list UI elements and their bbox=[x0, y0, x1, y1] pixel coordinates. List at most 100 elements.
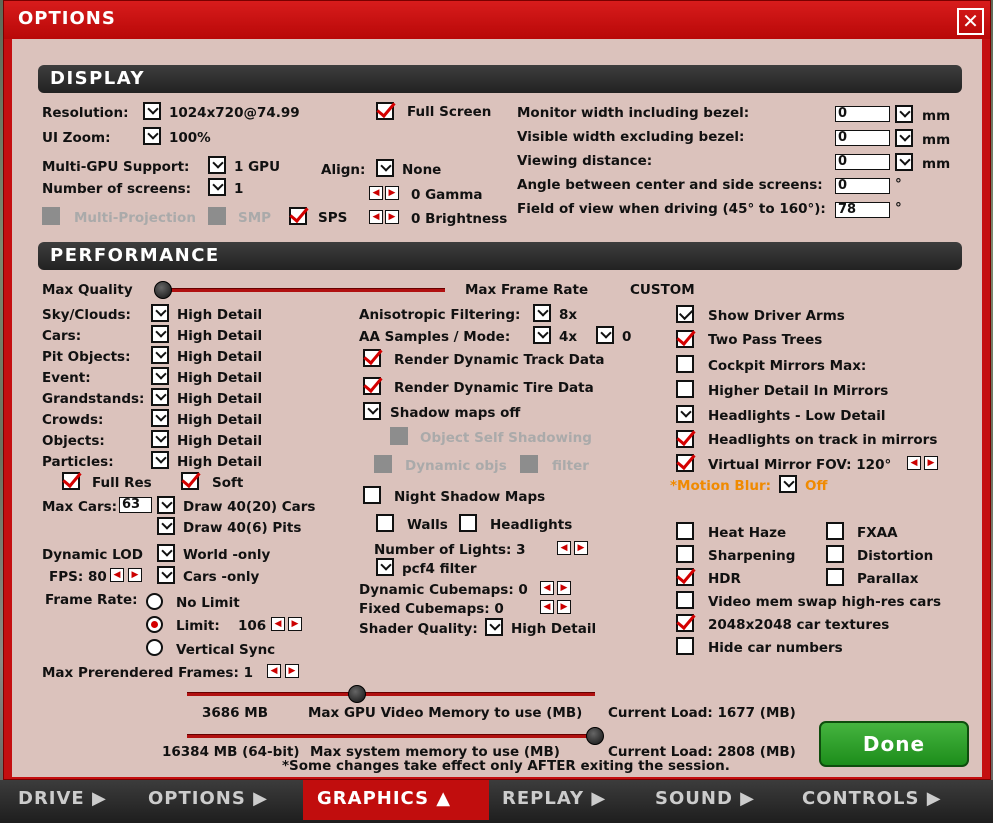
higher-detail-mirrors-checkbox[interactable] bbox=[676, 380, 694, 398]
gamma-left-arrow[interactable]: ◀ bbox=[369, 186, 383, 200]
aa-mode-dropdown[interactable] bbox=[596, 326, 614, 344]
walls-checkbox[interactable] bbox=[376, 514, 394, 532]
prerendered-right-arrow[interactable]: ▶ bbox=[285, 664, 299, 678]
detail-row-dropdown[interactable] bbox=[151, 451, 169, 469]
close-icon[interactable]: ✕ bbox=[957, 8, 984, 35]
lights-right-arrow[interactable]: ▶ bbox=[574, 541, 588, 555]
angle-field[interactable]: 0 bbox=[835, 178, 890, 194]
detail-row-dropdown[interactable] bbox=[151, 367, 169, 385]
tab-graphics[interactable]: GRAPHICS ▲ bbox=[303, 780, 489, 820]
motion-blur-dropdown[interactable] bbox=[779, 475, 797, 493]
detail-row-dropdown[interactable] bbox=[151, 346, 169, 364]
detail-row-dropdown[interactable] bbox=[151, 304, 169, 322]
aniso-dropdown[interactable] bbox=[533, 304, 551, 322]
dyn-track-checkbox[interactable] bbox=[363, 349, 381, 367]
fps-left-arrow[interactable]: ◀ bbox=[110, 568, 124, 582]
motion-blur-label: *Motion Blur: bbox=[670, 478, 772, 494]
distortion-checkbox[interactable] bbox=[826, 545, 844, 563]
sys-memory-slider-track[interactable] bbox=[187, 734, 595, 738]
heat-haze-checkbox[interactable] bbox=[676, 522, 694, 540]
brightness-right-arrow[interactable]: ▶ bbox=[385, 210, 399, 224]
limit-left-arrow[interactable]: ◀ bbox=[271, 617, 285, 631]
headlights-track-checkbox[interactable] bbox=[676, 430, 694, 448]
fov-label: Field of view when driving (45° to 160°)… bbox=[517, 201, 826, 217]
tab-sound[interactable]: SOUND ▶ bbox=[655, 780, 785, 820]
aa-dropdown[interactable] bbox=[533, 326, 551, 344]
headlights-checkbox[interactable] bbox=[459, 514, 477, 532]
detail-row-dropdown[interactable] bbox=[151, 430, 169, 448]
viewing-distance-unit-dropdown[interactable] bbox=[895, 153, 913, 171]
dyn-tire-checkbox[interactable] bbox=[363, 377, 381, 395]
fixed-cubemaps-left-arrow[interactable]: ◀ bbox=[540, 600, 554, 614]
quality-slider-knob[interactable] bbox=[154, 281, 172, 299]
hdr-checkbox[interactable] bbox=[676, 568, 694, 586]
soft-checkbox[interactable] bbox=[181, 472, 199, 490]
brightness-left-arrow[interactable]: ◀ bbox=[369, 210, 383, 224]
draw-cars-dropdown[interactable] bbox=[157, 496, 175, 514]
sharpening-checkbox[interactable] bbox=[676, 545, 694, 563]
no-limit-radio[interactable] bbox=[146, 593, 163, 610]
cars-only-dropdown[interactable] bbox=[157, 566, 175, 584]
ui-zoom-dropdown[interactable] bbox=[143, 127, 161, 145]
vsync-radio[interactable] bbox=[146, 639, 163, 656]
detail-row-dropdown[interactable] bbox=[151, 409, 169, 427]
resolution-value: 1024x720@74.99 bbox=[169, 105, 300, 121]
monitor-width-unit-dropdown[interactable] bbox=[895, 105, 913, 123]
fps-right-arrow[interactable]: ▶ bbox=[128, 568, 142, 582]
tab-controls[interactable]: CONTROLS ▶ bbox=[802, 780, 982, 820]
fullscreen-checkbox[interactable] bbox=[376, 102, 394, 120]
cockpit-mirrors-checkbox[interactable] bbox=[676, 355, 694, 373]
fov-field[interactable]: 78 bbox=[835, 202, 890, 218]
shadow-maps-dropdown[interactable] bbox=[363, 402, 381, 420]
full-res-checkbox[interactable] bbox=[62, 472, 80, 490]
mirror-fov-left-arrow[interactable]: ◀ bbox=[907, 456, 921, 470]
quality-slider-track[interactable] bbox=[160, 288, 445, 292]
dyn-cubemaps-right-arrow[interactable]: ▶ bbox=[557, 581, 571, 595]
fixed-cubemaps-right-arrow[interactable]: ▶ bbox=[557, 600, 571, 614]
gamma-right-arrow[interactable]: ▶ bbox=[385, 186, 399, 200]
show-arms-checkbox[interactable] bbox=[676, 305, 694, 323]
multigpu-dropdown[interactable] bbox=[208, 156, 226, 174]
resolution-dropdown[interactable] bbox=[143, 102, 161, 120]
dyn-cubemaps-label: Dynamic Cubemaps: 0 bbox=[359, 582, 528, 598]
mirror-fov-right-arrow[interactable]: ▶ bbox=[924, 456, 938, 470]
limit-radio[interactable] bbox=[146, 616, 163, 633]
detail-row-dropdown[interactable] bbox=[151, 388, 169, 406]
headlights-low-dropdown[interactable] bbox=[676, 405, 694, 423]
world-only-dropdown[interactable] bbox=[157, 544, 175, 562]
no-limit-label: No Limit bbox=[176, 595, 240, 611]
visible-width-field[interactable]: 0 bbox=[835, 130, 890, 146]
pcf4-dropdown[interactable] bbox=[376, 558, 394, 576]
gpu-memory-slider-track[interactable] bbox=[187, 692, 595, 696]
two-pass-checkbox[interactable] bbox=[676, 330, 694, 348]
hide-numbers-checkbox[interactable] bbox=[676, 637, 694, 655]
lights-left-arrow[interactable]: ◀ bbox=[557, 541, 571, 555]
limit-right-arrow[interactable]: ▶ bbox=[288, 617, 302, 631]
screens-dropdown[interactable] bbox=[208, 178, 226, 196]
gpu-memory-slider-knob[interactable] bbox=[348, 685, 366, 703]
shader-quality-dropdown[interactable] bbox=[485, 618, 503, 636]
hide-numbers-label: Hide car numbers bbox=[708, 640, 843, 656]
sps-checkbox[interactable] bbox=[289, 207, 307, 225]
parallax-checkbox[interactable] bbox=[826, 568, 844, 586]
tab-options[interactable]: OPTIONS ▶ bbox=[148, 780, 298, 820]
detail-row-dropdown[interactable] bbox=[151, 325, 169, 343]
sys-memory-slider-knob[interactable] bbox=[586, 727, 604, 745]
night-shadow-checkbox[interactable] bbox=[363, 486, 381, 504]
monitor-width-field[interactable]: 0 bbox=[835, 106, 890, 122]
tab-drive[interactable]: DRIVE ▶ bbox=[18, 780, 138, 820]
viewing-distance-field[interactable]: 0 bbox=[835, 154, 890, 170]
done-button[interactable]: Done bbox=[819, 721, 969, 767]
prerendered-left-arrow[interactable]: ◀ bbox=[267, 664, 281, 678]
fxaa-checkbox[interactable] bbox=[826, 522, 844, 540]
visible-width-unit-dropdown[interactable] bbox=[895, 129, 913, 147]
max-cars-field[interactable]: 63 bbox=[119, 497, 152, 513]
virtual-mirror-checkbox[interactable] bbox=[676, 454, 694, 472]
textures-2048-checkbox[interactable] bbox=[676, 614, 694, 632]
detail-row-label: Crowds: bbox=[42, 412, 104, 428]
dyn-cubemaps-left-arrow[interactable]: ◀ bbox=[540, 581, 554, 595]
video-swap-checkbox[interactable] bbox=[676, 591, 694, 609]
draw-pits-dropdown[interactable] bbox=[157, 517, 175, 535]
tab-replay[interactable]: REPLAY ▶ bbox=[502, 780, 642, 820]
align-dropdown[interactable] bbox=[376, 159, 394, 177]
